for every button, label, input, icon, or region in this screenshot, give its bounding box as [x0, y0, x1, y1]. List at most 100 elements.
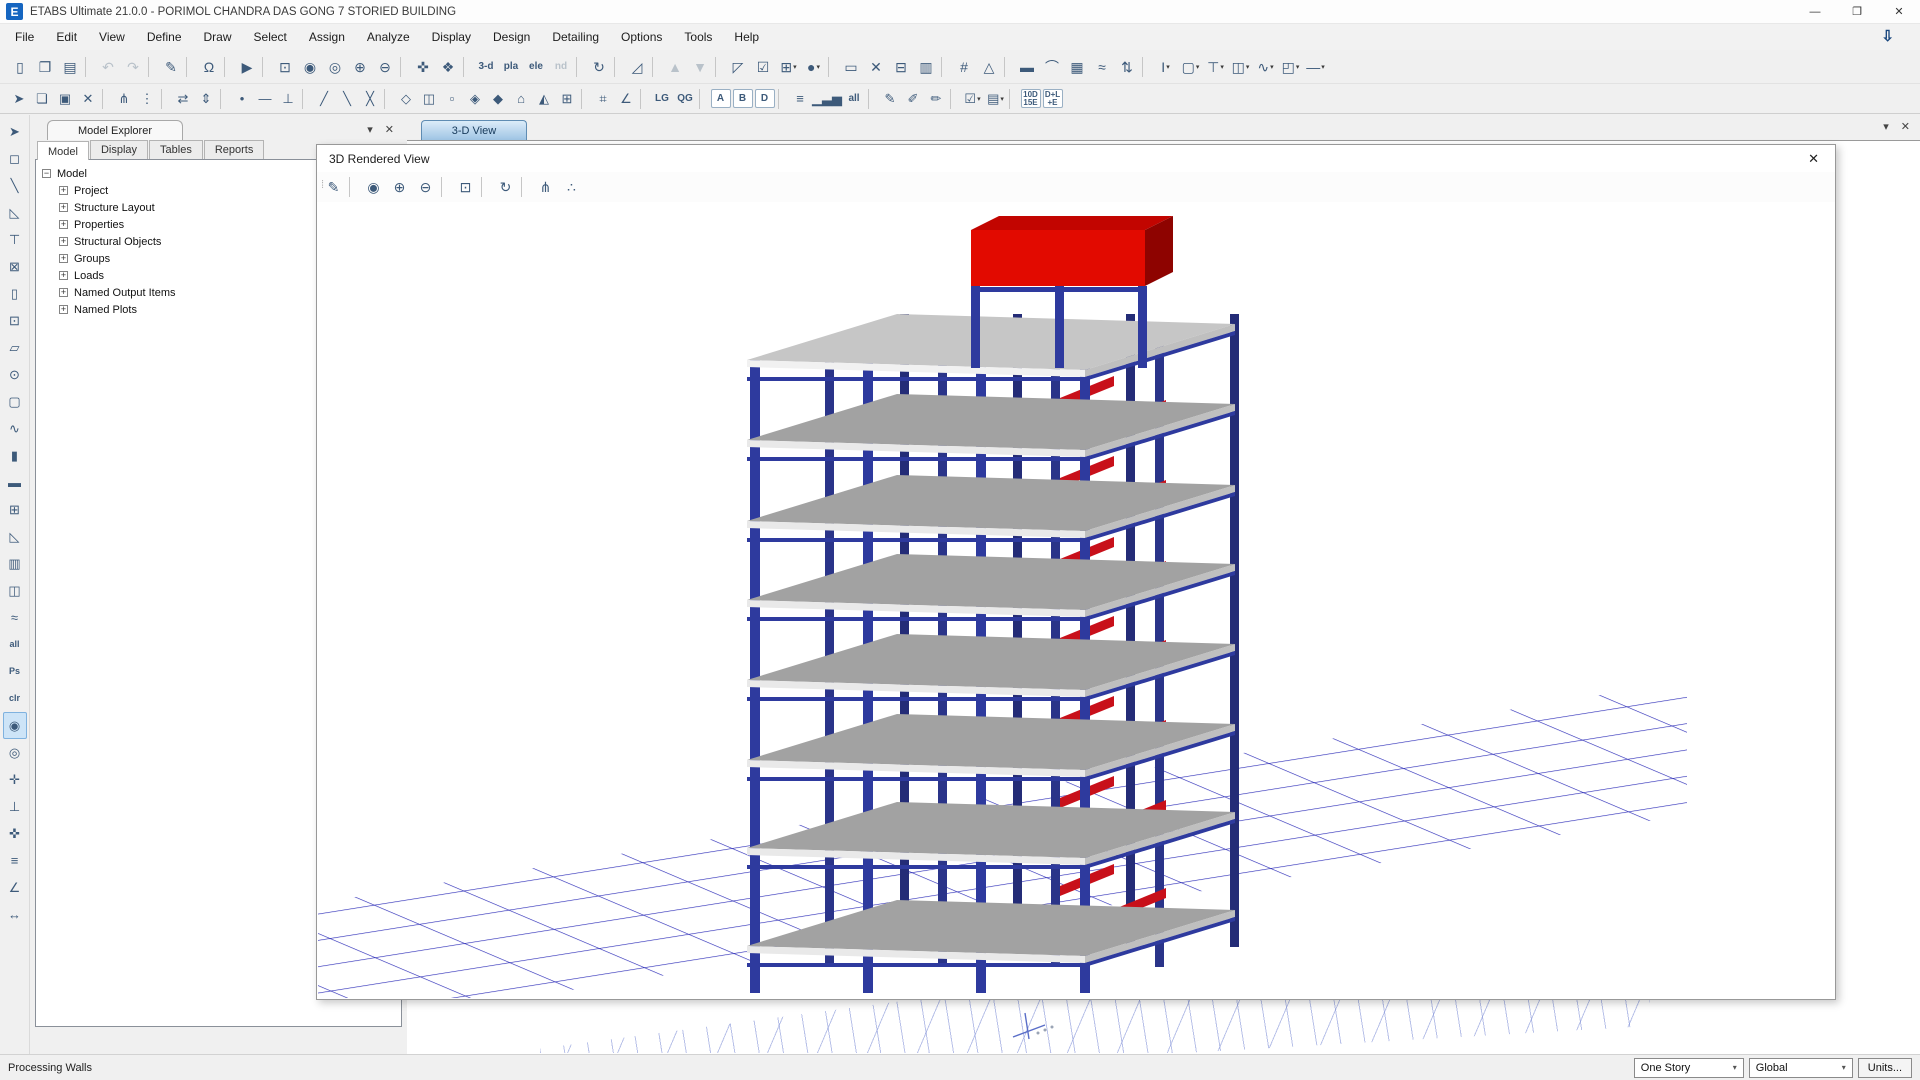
reshape-object-icon[interactable]: ◻: [3, 145, 27, 172]
rv-zoom-out-icon[interactable]: ⊖: [413, 175, 438, 199]
tree-expander[interactable]: +: [59, 271, 68, 280]
save-icon[interactable]: ▤: [58, 55, 83, 79]
view-plan-button[interactable]: pla: [499, 55, 524, 79]
tee-property-combo-icon[interactable]: ⊤▾: [1203, 55, 1228, 79]
elevation-view-icon[interactable]: ▥: [914, 55, 939, 79]
secondary-beams-icon[interactable]: ╳: [359, 88, 382, 110]
open-icon[interactable]: ❐: [33, 55, 58, 79]
coord-system-selector[interactable]: Global ▾: [1749, 1058, 1853, 1078]
tree-expander[interactable]: +: [59, 237, 68, 246]
explorer-close-icon[interactable]: ✕: [385, 123, 394, 136]
draw-floor-icon[interactable]: ◇: [395, 88, 418, 110]
toolbar-drag-handle[interactable]: ⁞: [321, 179, 323, 191]
clear-selection-icon[interactable]: ●▾: [801, 55, 826, 79]
draw-pen-1-icon[interactable]: ✎: [879, 88, 902, 110]
menu-draw[interactable]: Draw: [193, 25, 243, 49]
select-arrow-icon[interactable]: ➤: [3, 118, 27, 145]
pan-icon[interactable]: ✜: [411, 55, 436, 79]
new-model-icon[interactable]: ▯: [8, 55, 33, 79]
quick-draw-brace-icon[interactable]: ╲: [336, 88, 359, 110]
menu-design[interactable]: Design: [482, 25, 541, 49]
draw-link-icon[interactable]: ∿: [3, 415, 27, 442]
show-option-d-button[interactable]: D: [755, 89, 775, 108]
draw-node-icon[interactable]: ⊡: [3, 307, 27, 334]
align-objects-icon[interactable]: ⇕: [195, 88, 218, 110]
menu-options[interactable]: Options: [610, 25, 673, 49]
tree-expander[interactable]: +: [59, 220, 68, 229]
view-collapse-icon[interactable]: ▾: [1883, 120, 1889, 133]
display-options-combo-icon[interactable]: ▤▾: [984, 88, 1007, 110]
draw-document-icon[interactable]: ▯: [3, 280, 27, 307]
show-member-forces-icon[interactable]: ▁▃▅: [812, 88, 843, 110]
show-all-objects-button[interactable]: all: [3, 631, 27, 658]
quick-draw-area-icon[interactable]: ◆: [487, 88, 510, 110]
previous-selection-icon[interactable]: ⊞▾: [776, 55, 801, 79]
point-snap-button[interactable]: Ps: [3, 658, 27, 685]
draw-floor-area-icon[interactable]: ⊞: [3, 496, 27, 523]
measure-angle-icon[interactable]: ∠: [3, 874, 27, 901]
draw-frame-icon[interactable]: —: [254, 88, 277, 110]
quick-group-button[interactable]: QG: [674, 88, 697, 110]
view-named-button[interactable]: nd: [549, 55, 574, 79]
view-close-icon[interactable]: ✕: [1901, 120, 1910, 133]
menu-define[interactable]: Define: [136, 25, 193, 49]
draw-poly-area-icon[interactable]: ⌂: [510, 88, 533, 110]
draw-panel-icon[interactable]: ▢: [3, 388, 27, 415]
story-selector[interactable]: One Story ▾: [1634, 1058, 1744, 1078]
dimension-lines-icon[interactable]: ↔: [3, 901, 27, 928]
menu-file[interactable]: File: [4, 25, 45, 49]
draw-joint-icon[interactable]: •: [231, 88, 254, 110]
show-option-a-button[interactable]: A: [711, 89, 731, 108]
show-option-b-button[interactable]: B: [733, 89, 753, 108]
draw-wall-icon[interactable]: ◫: [418, 88, 441, 110]
updown-story-icon[interactable]: ⇅: [1115, 55, 1140, 79]
edit-grid-icon[interactable]: ⊞: [556, 88, 579, 110]
close-button[interactable]: ✕: [1878, 0, 1920, 23]
tree-expander[interactable]: +: [59, 203, 68, 212]
run-analysis-icon[interactable]: ▶: [235, 55, 260, 79]
draw-beam-icon[interactable]: ▬: [3, 469, 27, 496]
show-deformed-shape-icon[interactable]: ≡: [789, 88, 812, 110]
explorer-tab-reports[interactable]: Reports: [204, 140, 265, 159]
rotate-3d-view-icon[interactable]: ↻: [587, 55, 612, 79]
tree-expander[interactable]: +: [59, 288, 68, 297]
line-intersect-select-icon[interactable]: ✕: [864, 55, 889, 79]
redo-icon[interactable]: ↷: [121, 55, 146, 79]
draw-area-icon[interactable]: ◈: [464, 88, 487, 110]
quick-draw-column-icon[interactable]: ⊥: [277, 88, 300, 110]
units-button[interactable]: Units...: [1858, 1058, 1912, 1078]
tree-expander[interactable]: +: [59, 186, 68, 195]
menu-assign[interactable]: Assign: [298, 25, 356, 49]
snap-to-intersections-icon[interactable]: ✛: [3, 766, 27, 793]
pen-draw-icon[interactable]: ✎: [159, 55, 184, 79]
tab-3d-view[interactable]: 3-D View: [421, 120, 527, 140]
minimize-button[interactable]: —: [1794, 0, 1836, 23]
draw-pin-icon[interactable]: ⊙: [3, 361, 27, 388]
frame-property-combo-icon[interactable]: I▾: [1153, 55, 1178, 79]
object-shrink-toggle-icon[interactable]: ◿: [625, 55, 650, 79]
rv-set-view-limits-icon[interactable]: ⋔: [533, 175, 558, 199]
draw-braced-panel-icon[interactable]: ⊠: [3, 253, 27, 280]
show-all-button[interactable]: all: [843, 88, 866, 110]
rv-view-options-icon[interactable]: ∴: [559, 175, 584, 199]
merge-joints-icon[interactable]: ⇄: [172, 88, 195, 110]
tree-expander[interactable]: +: [59, 254, 68, 263]
draw-pen-2-icon[interactable]: ✐: [902, 88, 925, 110]
download-icon[interactable]: ⇩: [1881, 27, 1894, 45]
menu-select[interactable]: Select: [243, 25, 298, 49]
draw-tee-icon[interactable]: ⊤: [3, 226, 27, 253]
draw-column-icon[interactable]: ▮: [3, 442, 27, 469]
snap-to-ends-icon[interactable]: ◉: [3, 712, 27, 739]
menu-tools[interactable]: Tools: [673, 25, 723, 49]
load-combo-dle-button[interactable]: D+L +E: [1043, 89, 1063, 108]
draw-stair-icon[interactable]: ≈: [3, 604, 27, 631]
text-property-combo-icon[interactable]: ◫▾: [1228, 55, 1253, 79]
zoom-in-icon[interactable]: ⊕: [348, 55, 373, 79]
view-3d-button[interactable]: 3-d: [474, 55, 499, 79]
snap-to-midpoints-icon[interactable]: ◎: [3, 739, 27, 766]
menu-display[interactable]: Display: [421, 25, 482, 49]
model-explorer-tab[interactable]: Model Explorer: [47, 120, 183, 140]
draw-opening-icon[interactable]: ◫: [3, 577, 27, 604]
rv-zoom-extents-icon[interactable]: ◉: [361, 175, 386, 199]
tree-expander[interactable]: −: [42, 169, 51, 178]
